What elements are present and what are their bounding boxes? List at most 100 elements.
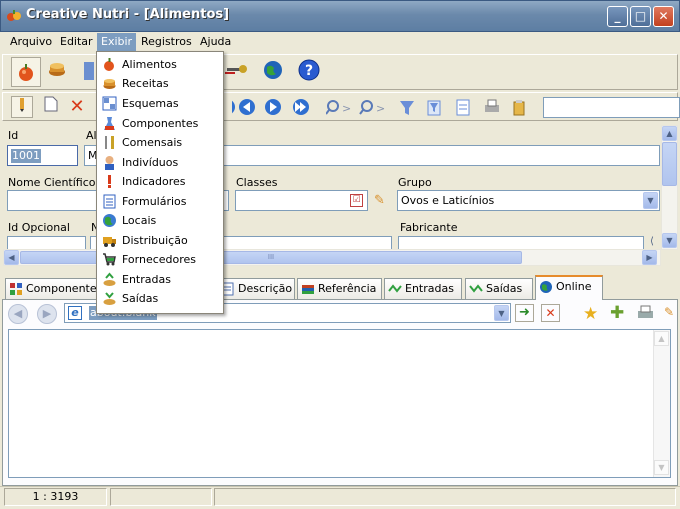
new-record-button[interactable] [40,96,62,118]
tab-referencia[interactable]: Referência [297,278,382,299]
filter-edit-icon[interactable] [427,100,441,116]
next-record-icon[interactable] [265,99,281,115]
web-toolbar-button[interactable] [262,60,284,82]
menu-item-comensais[interactable]: Comensais [98,133,222,152]
scroll-right-icon[interactable]: ▶ [642,250,657,265]
help-toolbar-button[interactable]: ? [297,59,321,83]
clipboard-icon[interactable] [513,100,525,116]
fabricante-field[interactable] [398,236,644,250]
close-button[interactable]: ✕ [653,6,674,27]
tab-online-label: Online [556,280,592,293]
id-opcional-label: Id Opcional [8,221,70,234]
menu-registros[interactable]: Registros [137,33,196,51]
scroll-up-icon[interactable]: ▲ [662,126,677,141]
first-record-icon[interactable] [219,99,235,115]
exibir-dropdown-menu: Alimentos Receitas Esquemas Componentes … [96,51,224,314]
last-record-icon[interactable] [293,99,309,115]
menu-editar[interactable]: Editar [56,33,97,51]
menu-item-saidas[interactable]: Saídas [98,289,222,308]
browser-content-area[interactable] [8,329,671,478]
exits-icon [103,292,116,305]
browser-back-icon[interactable]: ◀ [8,304,28,324]
report-icon[interactable] [456,99,470,116]
prev-record-icon[interactable] [239,99,255,115]
tools-toolbar-button[interactable] [224,60,250,82]
filter-icon[interactable] [400,101,414,115]
tab-entradas[interactable]: Entradas [384,278,462,299]
tab-saidas-label: Saídas [486,282,523,295]
grupo-select-value: Ovos e Laticínios [401,194,495,207]
menu-item-componentes[interactable]: Componentes [98,114,222,133]
scroll-down-icon[interactable]: ▼ [662,233,677,248]
tab-saidas[interactable]: Saídas [465,278,533,299]
recipe-cake-icon [103,79,116,89]
menu-item-componentes-label: Componentes [122,117,199,130]
add-favorite-icon[interactable]: ✚ [610,303,624,323]
menu-item-entradas-label: Entradas [122,273,171,286]
browser-edit-icon[interactable]: ✎ [664,305,674,319]
classes-edit-pencil-icon[interactable]: ✎ [374,193,385,208]
delete-record-button[interactable]: ✕ [66,96,88,118]
grupo-label: Grupo [398,176,432,189]
find-next-icon[interactable] [359,100,373,115]
menu-item-individuos[interactable]: Indivíduos [98,153,222,172]
search-filter-tools: > > [325,99,536,117]
status-panel-2 [110,488,212,506]
classes-field[interactable]: ☑ [235,190,368,211]
schema-toolbar-icon[interactable] [84,62,94,80]
id-opcional-field[interactable] [7,236,86,250]
ie-page-icon: e [68,306,82,320]
menu-ajuda[interactable]: Ajuda [196,33,235,51]
browser-stop-icon[interactable]: ✕ [541,304,560,322]
browser-scroll-up-icon[interactable]: ▲ [654,331,669,346]
menu-arquivo[interactable]: Arquivo [6,33,56,51]
svg-text:>: > [376,102,385,115]
menu-item-receitas[interactable]: Receitas [98,74,222,93]
id-field[interactable]: 1001 [7,145,78,166]
cutlery-icon [105,136,114,149]
vertical-scroll-thumb[interactable] [662,142,677,186]
scroll-left-icon[interactable]: ◀ [4,250,19,265]
menu-item-entradas[interactable]: Entradas [98,270,222,289]
browser-print-icon[interactable] [637,305,655,324]
address-dropdown-arrow-icon[interactable]: ▼ [494,305,509,321]
menu-item-fornecedores[interactable]: Fornecedores [98,250,222,269]
menu-item-esquemas[interactable]: Esquemas [98,94,222,113]
menu-item-individuos-label: Indivíduos [122,156,179,169]
toolbar-search-input[interactable] [543,97,680,118]
menu-item-locais[interactable]: Locais [98,211,222,230]
menu-item-indicadores[interactable]: Indicadores [98,172,222,191]
menu-item-distribuicao[interactable]: Distribuição [98,231,222,250]
browser-go-icon[interactable]: ➜ [515,304,534,322]
globe-icon [540,281,552,293]
minimize-button[interactable]: _ [607,6,628,27]
tab-online[interactable]: Online [535,275,603,300]
alimentos-toolbar-button[interactable] [11,57,41,87]
navigation-buttons [219,96,322,118]
print-icon[interactable] [485,99,499,112]
grupo-dropdown-arrow-icon[interactable]: ▼ [643,192,658,209]
fabricante-expand-icon[interactable]: ⟨ [650,236,654,247]
menu-exibir[interactable]: Exibir [97,33,137,51]
menu-item-receitas-label: Receitas [122,77,169,90]
globe-icon [264,61,282,79]
menu-item-formularios[interactable]: Formulários [98,192,222,211]
browser-forward-icon[interactable]: ▶ [37,304,57,324]
menu-item-fornecedores-label: Fornecedores [122,253,197,266]
favorites-star-icon[interactable]: ★ [583,304,598,324]
id-field-value: 1001 [11,149,41,163]
classes-picker-icon[interactable]: ☑ [350,194,363,207]
grupo-select[interactable]: Ovos e Laticínios ▼ [397,190,660,211]
find-icon[interactable] [325,100,339,115]
browser-vertical-scrollbar[interactable] [653,330,670,477]
recipe-cake-icon [49,63,65,76]
menu-item-alimentos[interactable]: Alimentos [98,55,222,74]
tab-componentes[interactable]: Componentes [5,278,102,299]
edit-record-button[interactable] [11,96,33,118]
entries-icon [103,272,116,286]
browser-scroll-down-icon[interactable]: ▼ [654,460,669,475]
tab-descricao[interactable]: Descrição [217,278,295,299]
maximize-button[interactable]: □ [630,6,651,27]
receitas-toolbar-button[interactable] [46,60,68,82]
svg-text:?: ? [305,63,313,79]
